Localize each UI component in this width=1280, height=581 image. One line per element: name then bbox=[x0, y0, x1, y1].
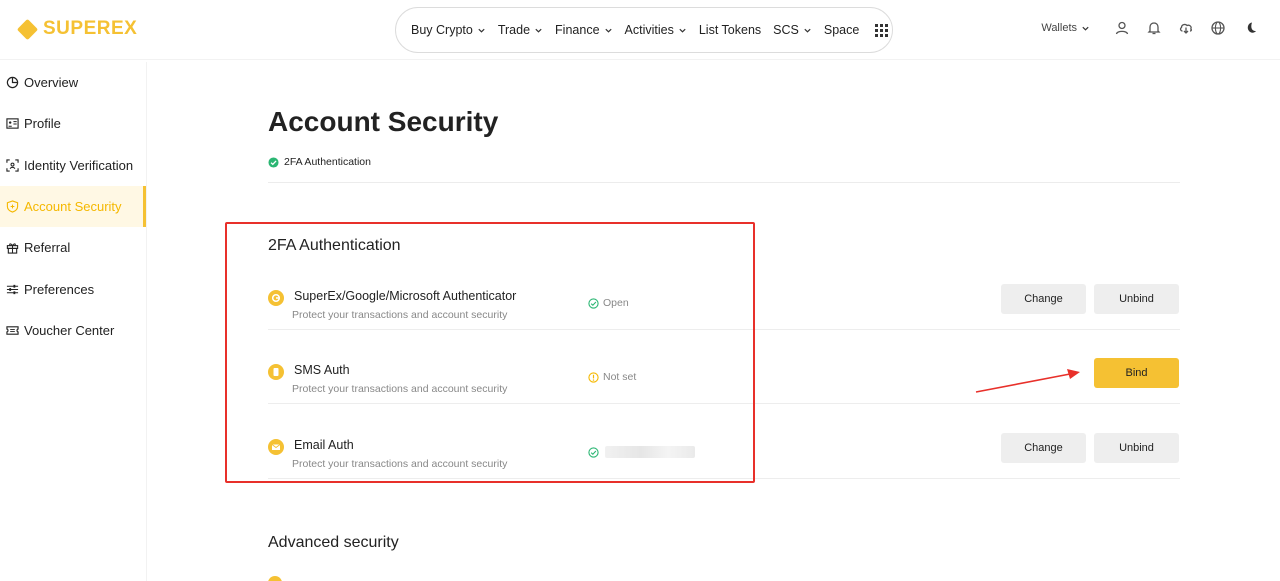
nav-finance[interactable]: Finance bbox=[555, 23, 612, 37]
sidebar-item-label: Voucher Center bbox=[24, 322, 115, 338]
sidebar-item-label: Preferences bbox=[24, 281, 95, 297]
nav-buy-crypto[interactable]: Buy Crypto bbox=[411, 23, 486, 37]
nav-label: Activities bbox=[624, 23, 674, 37]
nav-label: Finance bbox=[555, 23, 600, 37]
account-sidebar: Overview Profile Identity Verification A… bbox=[0, 62, 147, 581]
sidebar-item-referral[interactable]: Referral bbox=[0, 227, 146, 268]
row-status-label: Open bbox=[603, 297, 629, 309]
change-button[interactable]: Change bbox=[1001, 433, 1086, 463]
sidebar-item-label: Referral bbox=[24, 240, 71, 256]
logo-diamond-icon bbox=[16, 18, 39, 40]
sidebar-item-label: Profile bbox=[24, 116, 61, 132]
chevron-down-icon bbox=[535, 28, 542, 33]
check-circle-icon bbox=[268, 156, 279, 168]
superex-logo[interactable]: SUPEREX bbox=[16, 18, 138, 40]
row-status: Not set bbox=[588, 371, 636, 383]
bell-icon[interactable] bbox=[1146, 20, 1162, 36]
row-name: Email Auth bbox=[294, 438, 354, 452]
chevron-down-icon bbox=[1082, 26, 1089, 31]
main-nav: Buy Crypto Trade Finance Activities List… bbox=[395, 7, 893, 53]
row-divider bbox=[268, 329, 1180, 330]
sidebar-item-label: Overview bbox=[24, 75, 79, 91]
logo-text: SUPEREX bbox=[43, 18, 138, 39]
id-card-icon bbox=[6, 118, 19, 130]
chevron-down-icon bbox=[604, 28, 612, 33]
row-status-label: Not set bbox=[603, 371, 637, 383]
nav-trade[interactable]: Trade bbox=[498, 23, 543, 37]
authenticator-icon bbox=[268, 290, 284, 306]
nav-label: Trade bbox=[497, 23, 531, 37]
wallets-label: Wallets bbox=[1041, 22, 1077, 34]
row-status: Open bbox=[588, 297, 629, 309]
warning-circle-icon bbox=[588, 371, 599, 383]
scan-face-icon bbox=[6, 159, 19, 172]
download-cloud-icon[interactable] bbox=[1178, 20, 1194, 36]
nav-label: List Tokens bbox=[698, 23, 762, 37]
sidebar-item-identity-verification[interactable]: Identity Verification bbox=[0, 145, 146, 186]
ticket-icon bbox=[6, 326, 19, 335]
sidebar-item-voucher-center[interactable]: Voucher Center bbox=[0, 310, 146, 351]
globe-icon[interactable] bbox=[1210, 20, 1226, 36]
check-circle-outline-icon bbox=[588, 446, 599, 458]
nav-list-tokens[interactable]: List Tokens bbox=[699, 23, 761, 37]
pie-chart-icon bbox=[6, 76, 19, 89]
header-actions: Wallets bbox=[1041, 20, 1258, 36]
gift-icon bbox=[6, 243, 19, 254]
page-title: Account Security bbox=[268, 106, 499, 137]
sidebar-item-preferences[interactable]: Preferences bbox=[0, 268, 146, 309]
masked-email-value bbox=[605, 446, 695, 458]
chevron-down-icon bbox=[679, 28, 686, 33]
change-button[interactable]: Change bbox=[1001, 284, 1086, 314]
sms-icon bbox=[268, 364, 284, 380]
nav-label: SCS bbox=[773, 23, 799, 37]
check-circle-outline-icon bbox=[588, 297, 599, 309]
sidebar-item-profile[interactable]: Profile bbox=[0, 103, 146, 144]
user-icon[interactable] bbox=[1114, 20, 1130, 36]
unbind-button[interactable]: Unbind bbox=[1094, 284, 1179, 314]
row-status bbox=[588, 446, 695, 458]
bind-button[interactable]: Bind bbox=[1094, 358, 1179, 388]
sidebar-item-overview[interactable]: Overview bbox=[0, 62, 146, 103]
email-icon bbox=[268, 439, 284, 455]
nav-scs[interactable]: SCS bbox=[773, 23, 812, 37]
nav-label: Buy Crypto bbox=[411, 23, 473, 37]
sidebar-item-label: Identity Verification bbox=[24, 157, 134, 173]
row-name: SuperEx/Google/Microsoft Authenticator bbox=[294, 289, 517, 303]
sidebar-item-account-security[interactable]: Account Security bbox=[0, 185, 146, 228]
tfa-row-sms: SMS Auth Protect your transactions and a… bbox=[268, 358, 1180, 432]
sidebar-item-label: Account Security bbox=[24, 199, 122, 215]
chevron-down-icon bbox=[804, 28, 811, 33]
unbind-button[interactable]: Unbind bbox=[1094, 433, 1179, 463]
apps-grid-icon[interactable] bbox=[875, 23, 889, 37]
row-name: SMS Auth bbox=[294, 363, 350, 377]
row-divider bbox=[268, 478, 1180, 479]
tfa-status-chip: 2FA Authentication bbox=[268, 156, 371, 168]
advanced-section-title: Advanced security bbox=[268, 534, 399, 551]
advanced-row-icon bbox=[268, 576, 282, 581]
shield-icon bbox=[6, 200, 19, 213]
row-description: Protect your transactions and account se… bbox=[292, 383, 508, 395]
nav-space[interactable]: Space bbox=[824, 23, 859, 37]
tfa-row-email: Email Auth Protect your transactions and… bbox=[268, 433, 1180, 507]
top-header: SUPEREX Buy Crypto Trade Finance Activit… bbox=[0, 0, 1280, 60]
sliders-icon bbox=[6, 284, 19, 294]
row-description: Protect your transactions and account se… bbox=[292, 309, 508, 321]
nav-activities[interactable]: Activities bbox=[625, 23, 687, 37]
nav-label: Space bbox=[823, 23, 860, 37]
divider bbox=[268, 182, 1180, 183]
chevron-down-icon bbox=[478, 28, 485, 33]
row-divider bbox=[268, 403, 1180, 404]
tfa-section-title: 2FA Authentication bbox=[268, 237, 401, 254]
wallets-menu[interactable]: Wallets bbox=[1041, 22, 1090, 34]
tfa-chip-label: 2FA Authentication bbox=[284, 156, 371, 168]
tfa-row-authenticator: SuperEx/Google/Microsoft Authenticator P… bbox=[268, 284, 1180, 358]
moon-icon[interactable] bbox=[1242, 20, 1258, 36]
row-description: Protect your transactions and account se… bbox=[292, 458, 508, 470]
